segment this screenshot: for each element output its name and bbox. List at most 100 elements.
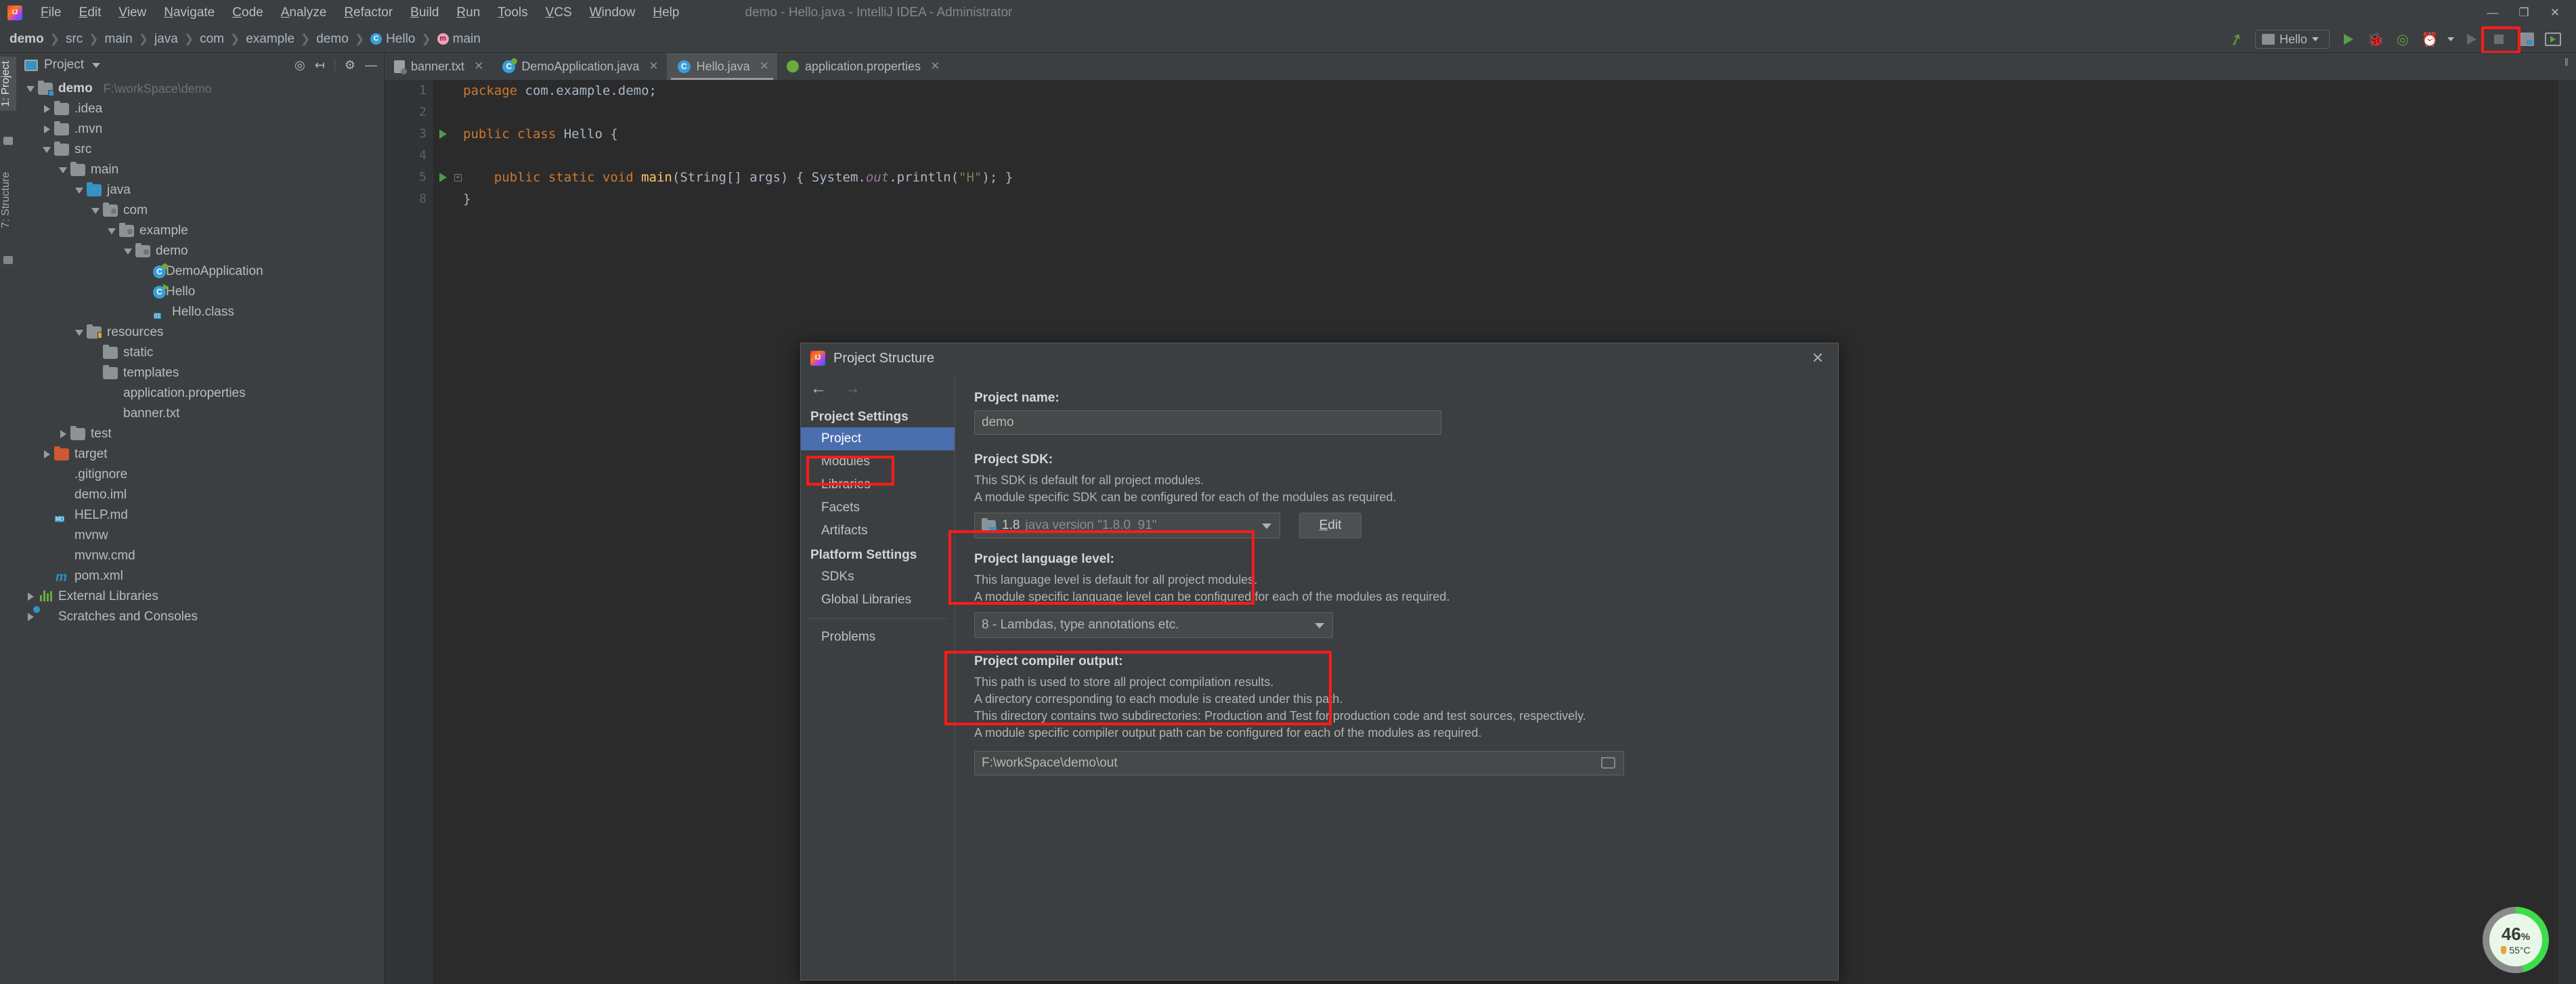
dialog-close-button[interactable]: ✕ [1808,350,1827,366]
editor-tabs[interactable]: banner.txt✕DemoApplication.java✕Hello.ja… [385,53,2576,80]
breadcrumb-item-main[interactable]: main [437,32,481,47]
code-line[interactable] [463,102,2576,123]
tree-twisty[interactable] [121,248,135,255]
code-line[interactable]: public class Hello { [463,123,2576,145]
tree-twisty[interactable] [72,187,87,194]
code-line[interactable]: package com.example.demo; [463,80,2576,102]
tree-node-hello-class[interactable]: Hello.class [16,302,384,322]
sidebar-item-global-libraries[interactable]: Global Libraries [801,589,955,612]
tree-node-banner-txt[interactable]: banner.txt [16,404,384,424]
run-configuration-selector[interactable]: Hello [2255,30,2330,49]
tree-node-com[interactable]: com [16,200,384,221]
compiler-output-input[interactable]: F:\workSpace\demo\out [974,751,1624,775]
tool-tab-project[interactable]: 1: Project [0,57,16,111]
menu-run[interactable]: Run [447,0,489,26]
tree-node-templates[interactable]: templates [16,363,384,383]
tree-node-external-libraries[interactable]: External Libraries [16,586,384,607]
breadcrumb-item-demo[interactable]: demo [9,32,44,47]
tree-node-demoapplication[interactable]: DemoApplication [16,261,384,282]
build-button[interactable]: ➚ [2223,28,2250,51]
tree-node-java[interactable]: java [16,180,384,200]
tree-node-mvnw[interactable]: mvnw [16,526,384,546]
project-structure-dialog[interactable]: Project Structure ✕ ← → Project Settings… [800,343,1839,981]
menu-vcs[interactable]: VCS [537,0,581,26]
breadcrumb-item-demo[interactable]: demo [316,32,349,47]
code-line[interactable]: public static void main(String[] args) {… [463,167,2576,188]
platform-settings-list[interactable]: SDKs Global Libraries [801,565,955,612]
menu-edit[interactable]: Edit [70,0,110,26]
cpu-usage-widget[interactable]: 46% 55°C [2483,907,2549,973]
code-line[interactable] [463,145,2576,167]
project-sdk-combo[interactable]: 1.8 java version "1.8.0_91" [974,513,1280,538]
sidebar-item-artifacts[interactable]: Artifacts [801,519,955,542]
breadcrumb-item-main[interactable]: main [105,32,133,47]
tree-node-mvnw-cmd[interactable]: mvnw.cmd [16,546,384,566]
menu-file[interactable]: File [32,0,70,26]
tree-node-static[interactable]: static [16,343,384,363]
stop-button[interactable] [2485,28,2512,51]
project-name-input[interactable]: demo [974,410,1441,435]
sidebar-item-facets[interactable]: Facets [801,496,955,519]
breadcrumb-item-hello[interactable]: Hello [370,32,415,47]
tree-node-pom-xml[interactable]: m pom.xml [16,566,384,586]
tree-node-demo[interactable]: demo [16,241,384,261]
collapse-all-icon[interactable]: ↤ [315,59,325,71]
sidebar-item-sdks[interactable]: SDKs [801,565,955,589]
tree-twisty[interactable] [23,593,38,601]
locate-icon[interactable]: ◎ [294,59,305,71]
breadcrumb-item-example[interactable]: example [246,32,294,47]
project-tree[interactable]: demo F:\workSpace\demo .idea .mvn src main jav… [16,77,384,984]
tree-node-demo-iml[interactable]: demo.iml [16,485,384,505]
debug-button[interactable]: 🐞 [2362,28,2389,51]
tree-node--mvn[interactable]: .mvn [16,119,384,140]
profiler-dropdown[interactable] [2443,28,2458,51]
profiler-button[interactable]: ⏰ [2416,28,2443,51]
tree-node-demo[interactable]: demo F:\workSpace\demo [16,79,384,99]
tree-node--idea[interactable]: .idea [16,99,384,119]
tree-node-example[interactable]: example [16,221,384,241]
menu-navigate[interactable]: Navigate [155,0,223,26]
tree-node-help-md[interactable]: HELP.md [16,505,384,526]
menu-help[interactable]: Help [644,0,688,26]
close-icon[interactable]: ✕ [474,60,483,73]
tree-node-application-properties[interactable]: application.properties [16,383,384,404]
tool-tab-structure[interactable]: 7: Structure [0,168,16,232]
hide-icon[interactable]: — [365,59,377,71]
chevron-down-icon[interactable] [92,62,101,68]
menu-refactor[interactable]: Refactor [335,0,401,26]
tree-node-test[interactable]: test [16,424,384,444]
back-arrow-icon[interactable]: ← [810,381,827,397]
close-icon[interactable]: ✕ [930,60,940,73]
scroll-grip[interactable]: ‖ [2564,57,2569,68]
editor-scroll-gutter[interactable] [2558,80,2576,984]
tree-twisty[interactable] [72,329,87,336]
project-settings-list[interactable]: Project Modules Libraries Facets Artifacts [801,427,955,542]
tree-twisty[interactable] [39,146,54,153]
menu-window[interactable]: Window [581,0,645,26]
menu-build[interactable]: Build [401,0,447,26]
tree-twisty[interactable] [23,613,38,621]
tree-twisty[interactable] [39,125,54,133]
tree-node-main[interactable]: main [16,160,384,180]
tree-node-resources[interactable]: resources [16,322,384,343]
close-button[interactable]: ✕ [2539,0,2571,26]
tree-twisty[interactable] [39,105,54,113]
run-button[interactable] [2335,28,2362,51]
minimize-button[interactable]: — [2477,0,2508,26]
tree-twisty[interactable] [104,228,119,234]
editor-tab-banner-txt[interactable]: banner.txt ✕ [385,53,492,80]
close-icon[interactable]: ✕ [760,60,769,73]
menu-code[interactable]: Code [223,0,271,26]
rerun-button[interactable] [2458,28,2485,51]
tree-twisty[interactable] [23,85,38,92]
folder-browse-icon[interactable] [1601,757,1615,769]
tree-node-src[interactable]: src [16,140,384,160]
tree-twisty[interactable] [88,207,103,214]
tree-twisty[interactable] [39,450,54,458]
editor-tab-application-properties[interactable]: application.properties ✕ [777,53,948,80]
forward-arrow-icon[interactable]: → [844,381,860,397]
breadcrumb-item-java[interactable]: java [154,32,178,47]
tree-node-hello[interactable]: Hello [16,282,384,302]
breadcrumb-item-src[interactable]: src [66,32,83,47]
menu-view[interactable]: View [110,0,155,26]
